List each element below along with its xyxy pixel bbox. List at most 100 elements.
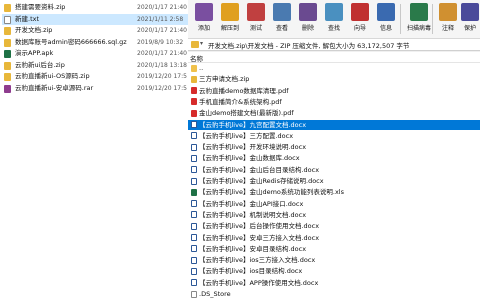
doc-file-icon [191,279,197,287]
scan-virus-icon [410,3,428,21]
toolbar-button-wizard[interactable]: 向导 [348,2,372,36]
archive-item-name: .DS_Store [199,290,231,298]
column-header-name[interactable]: 名称 [188,52,480,63]
archive-file-list: 名称 .. 三方申请文档.zip 云豹直播demo数据库清理.pdf 手机直播简介&系… [188,52,480,300]
toolbar-button-label: 查看 [275,25,288,32]
toolbar-button-add[interactable]: 添加 [192,2,216,36]
toolbar-button-label: 解压到 [220,25,239,32]
zip-file-icon [4,61,11,70]
explorer-file-row[interactable]: 开发文档.zip 2020/1/17 21:40 [2,25,188,36]
archive-list-item[interactable]: 【云豹手机live】三方配置.docx [188,131,480,142]
archive-list-item[interactable]: 【云豹手机live】后台操作使用文档.docx [188,221,480,232]
doc-file-icon [191,132,197,140]
pdf-file-icon [191,98,197,106]
toolbar-button-label: 向导 [353,25,366,32]
archive-list-item[interactable]: 手机直播简介&系统架构.pdf [188,97,480,108]
archive-list-item[interactable]: 【云豹手机live】安卓三方接入文档.docx [188,233,480,244]
archive-list-item[interactable]: 【云豹手机live】金山Redis存储说明.docx [188,176,480,187]
explorer-file-row[interactable]: 云豹直播新ui-安卓源码.rar 2019/12/20 17:5 [2,83,188,94]
explorer-file-pane: 搭建需要资料.zip 2020/1/17 21:40 新建.txt 2021/1/11… [0,0,188,300]
doc-file-icon [191,143,197,151]
archive-list-item[interactable]: .. [188,63,480,74]
toolbar-button-extract[interactable]: 解压到 [218,2,242,36]
find-icon [325,3,343,21]
gz-file-icon [4,38,11,47]
extract-icon [221,3,239,21]
explorer-file-date: 2019/12/20 17:5 [137,73,187,80]
explorer-file-row[interactable]: 云豹直播新ui-OS源码.zip 2019/12/20 17:5 [2,71,188,82]
archive-list-item[interactable]: 三方申请文档.zip [188,74,480,85]
toolbar-button-scan-virus[interactable]: 扫描病毒 [404,2,434,36]
explorer-file-name: 云豹直播新ui-安卓源码.rar [15,83,94,92]
toolbar-button-comment[interactable]: 注释 [436,2,460,36]
explorer-file-row[interactable]: 云豹新ui后台.zip 2020/1/18 13:18 [2,60,188,71]
explorer-file-date: 2020/1/18 13:18 [137,61,187,69]
archive-list-item[interactable]: 金山demo搭建文档(最新版).pdf [188,108,480,119]
archive-item-name: .. [199,64,204,72]
archive-item-name: 【云豹手机live】安卓三方接入文档.docx [199,233,320,242]
doc-file-icon [191,121,197,128]
toolbar-button-view[interactable]: 查看 [270,2,294,36]
doc-file-icon [191,200,197,208]
zip-file-icon [191,75,197,83]
archive-item-name: 三方申请文档.zip [199,75,250,84]
txt-file-icon [4,15,11,24]
archive-list-item[interactable]: 【云豹手机live】ios三方接入文档.docx [188,255,480,266]
address-bar[interactable]: ▾ 开发文档.zip\开发文档 - ZIP 压缩文件, 解包大小为 63,172… [188,39,480,51]
archive-list-item[interactable]: 【云豹手机live】安卓目录结构.docx [188,244,480,255]
explorer-file-row[interactable]: 搭建需要资料.zip 2020/1/17 21:40 [2,2,188,13]
test-icon [247,3,265,21]
explorer-file-row[interactable]: 数据库账号admin密码666666.sql.gz 2019/8/9 10:32 [2,37,188,48]
wizard-icon [351,3,369,21]
toolbar-separator [400,4,401,34]
toolbar-button-protect[interactable]: 保护 [458,2,480,36]
archive-list-item[interactable]: 【云豹手机live】机制说明文档.docx [188,210,480,221]
archive-item-name: 金山demo搭建文档(最新版).pdf [199,109,294,118]
archive-item-name: 【云豹手机live】APP操作使用文档.docx [199,278,319,287]
archive-list-item[interactable]: 【云豹手机live】APP操作使用文档.docx [188,278,480,289]
view-icon [273,3,291,21]
up-file-icon [191,64,197,72]
toolbar-button-delete[interactable]: 删除 [296,2,320,36]
info-icon [377,3,395,21]
toolbar-button-test[interactable]: 测试 [244,2,268,36]
archive-item-name: 【云豹手机live】安卓目录结构.docx [199,244,307,253]
comment-icon [439,3,457,21]
archive-item-name: 云豹直播demo数据库清理.pdf [199,86,289,95]
explorer-file-name: 开发文档.zip [15,26,53,34]
add-icon [195,3,213,21]
address-text: 开发文档.zip\开发文档 - ZIP 压缩文件, 解包大小为 63,172,5… [208,42,410,50]
toolbar-button-info[interactable]: 信息 [374,2,398,36]
address-dropdown-icon[interactable]: ▾ [200,40,203,47]
archive-list-item[interactable]: 【云豹手机live】金山demo系统功能列表说明.xls [188,187,480,198]
column-header-label: 名称 [190,55,203,63]
archive-list-item[interactable]: .DS_Store [188,289,480,300]
archive-list-item[interactable]: 【云豹手机live】金山后台目录结构.docx [188,165,480,176]
archive-list-item[interactable]: 【云豹手机live】ios目录结构.docx [188,266,480,277]
archive-item-name: 【云豹手机live】后台操作使用文档.docx [199,222,320,231]
archive-item-name: 【云豹手机live】金山API接口.docx [199,199,304,208]
explorer-file-name: 数据库账号admin密码666666.sql.gz [15,37,127,46]
archive-item-name: 【云豹手机live】ios三方接入文档.docx [199,256,316,265]
xls-file-icon [191,188,197,196]
toolbar-button-label: 保护 [463,25,476,32]
archive-folder-icon [191,41,199,48]
explorer-file-date: 2019/12/20 17:5 [137,84,187,92]
explorer-file-row[interactable]: 演示APP.apk 2020/1/17 21:40 [2,48,188,59]
archive-list-item[interactable]: 【云豹手机live】开发环境说明.docx [188,142,480,153]
toolbar-button-find[interactable]: 查找 [322,2,346,36]
archive-list-item[interactable]: 【云豹手机live】金山API接口.docx [188,199,480,210]
pdf-file-icon [191,109,197,117]
archive-list-item[interactable]: 【云豹手机live】九宫配置文档.docx [188,119,480,130]
doc-file-icon [191,256,197,264]
archive-item-name: 【云豹手机live】ios目录结构.docx [199,267,303,276]
archive-window: 添加 解压到 测试 查看 删除 查找 向导 信息 扫描病毒 注释 保护 ▾ 开发文档.zip\开发文… [188,0,480,300]
toolbar-button-label: 扫描病毒 [406,25,431,32]
doc-file-icon [191,267,197,275]
toolbar-button-label: 添加 [197,25,210,32]
archive-list-item[interactable]: 云豹直播demo数据库清理.pdf [188,86,480,97]
explorer-file-row[interactable]: 新建.txt 2021/1/11 2:58 [2,13,188,25]
archive-item-name: 【云豹手机live】九宫配置文档.docx [199,120,307,129]
archive-list-item[interactable]: 【云豹手机live】金山数据库.docx [188,153,480,164]
protect-icon [461,3,479,21]
